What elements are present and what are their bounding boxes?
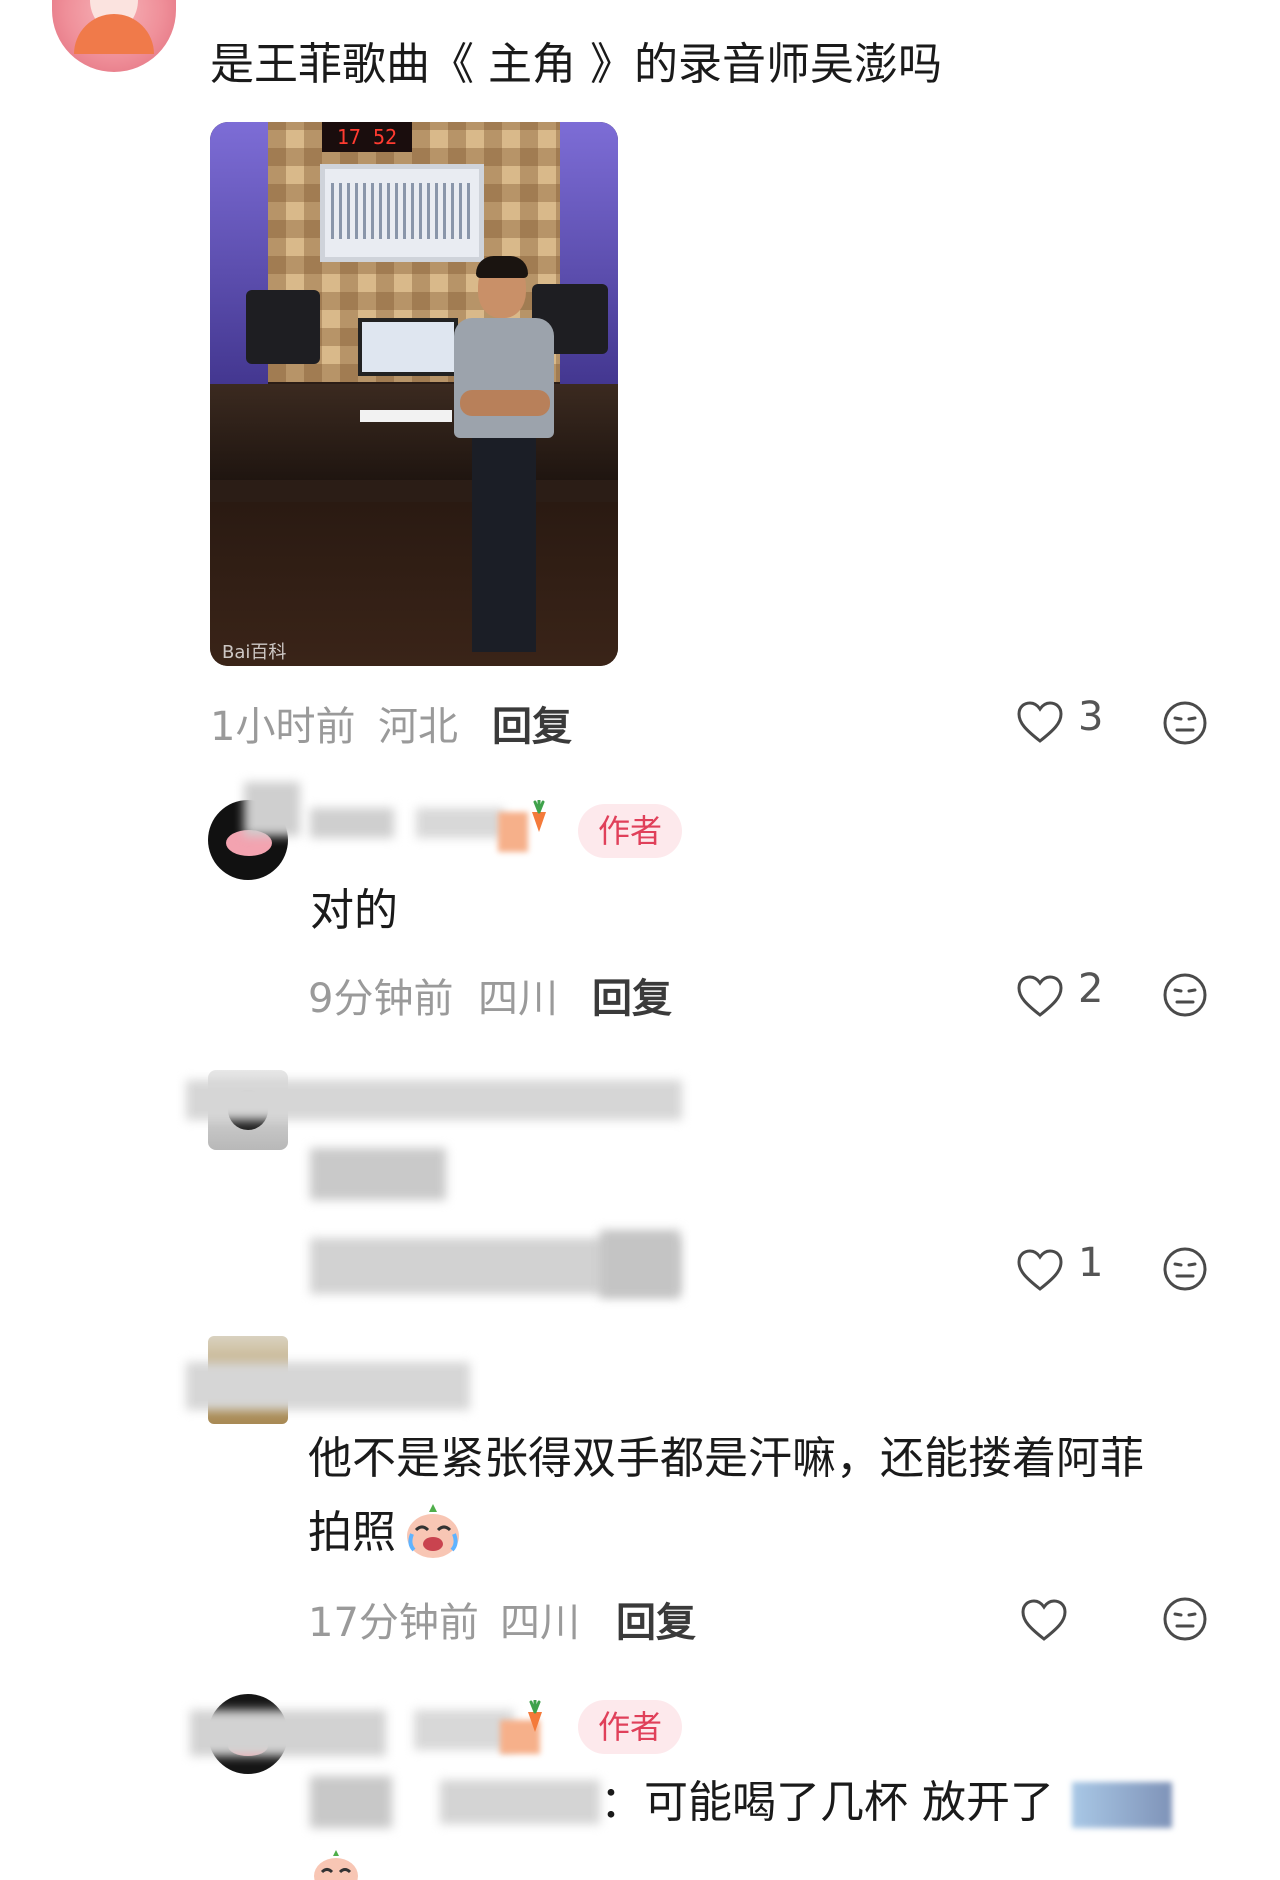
like-count: 1 <box>1078 1240 1104 1286</box>
photo-person-arms <box>460 390 550 416</box>
neutral-face-icon[interactable] <box>1162 972 1208 1018</box>
photo-person-hair <box>476 256 528 278</box>
blurred-reply-target <box>310 1776 392 1828</box>
crying-laughing-emoji <box>312 1848 360 1880</box>
blurred-user-tag <box>498 812 528 852</box>
neutral-face-icon[interactable] <box>1162 1246 1208 1292</box>
author-badge: 作者 <box>578 804 683 858</box>
blurred-comment-meta <box>600 1230 680 1298</box>
photo-monitor-small <box>358 318 458 376</box>
photo-side-light-right <box>560 122 618 422</box>
like-count: 3 <box>1078 694 1104 740</box>
comment-text: 对的 <box>310 885 398 936</box>
heart-outline-icon[interactable] <box>1020 1598 1068 1642</box>
neutral-face-icon[interactable] <box>1162 700 1208 746</box>
blurred-username <box>310 808 394 838</box>
blurred-reply-target <box>440 1780 600 1824</box>
neutral-face-icon[interactable] <box>1162 1596 1208 1642</box>
photo-clock-text: 17 52 <box>336 125 398 149</box>
reply-button[interactable]: 回复 <box>616 1590 696 1648</box>
author-badge: 作者 <box>578 1700 683 1754</box>
photo-monitor-large <box>320 164 484 262</box>
carrot-icon <box>522 1698 548 1734</box>
blurred-username <box>186 1362 470 1410</box>
blurred-username <box>414 1710 514 1750</box>
comment-time: 1小时前 <box>210 704 356 750</box>
comment-text: ：可能喝了几杯 放开了 <box>600 1777 1054 1828</box>
heart-outline-icon[interactable] <box>1016 700 1064 744</box>
comment-text-line1: 他不是紧张得双手都是汗嘛，还能搂着阿菲 <box>308 1433 1144 1484</box>
reply-button[interactable]: 回复 <box>592 966 672 1024</box>
comment-location: 四川 <box>500 1600 580 1646</box>
like-count: 2 <box>1078 966 1104 1012</box>
carrot-icon <box>526 798 552 834</box>
comment-photo[interactable]: 17 52 Bai百科 <box>210 122 618 666</box>
blurred-emoji <box>1072 1782 1172 1828</box>
comment-time: 9分钟前 <box>308 976 454 1022</box>
photo-person-shirt <box>454 318 554 438</box>
photo-clock: 17 52 <box>322 122 412 152</box>
heart-outline-icon[interactable] <box>1016 1248 1064 1292</box>
photo-desk <box>210 384 618 480</box>
comment-time: 17分钟前 <box>308 1600 479 1646</box>
photo-watermark: Bai百科 <box>222 642 287 663</box>
comment-text: 是王菲歌曲《 主角 》的录音师吴澎吗 <box>210 39 942 90</box>
comment-location: 四川 <box>478 976 558 1022</box>
avatar[interactable] <box>52 0 176 72</box>
blurred-username <box>186 1080 682 1120</box>
blurred-username <box>190 1710 386 1756</box>
blurred-username <box>416 808 504 838</box>
heart-outline-icon[interactable] <box>1016 974 1064 1018</box>
reply-button[interactable]: 回复 <box>492 694 572 752</box>
comment-text-line2: 拍照 <box>308 1507 396 1558</box>
blurred-username <box>244 782 300 836</box>
photo-side-light-left <box>210 122 268 422</box>
comment-location: 河北 <box>378 704 458 750</box>
photo-speaker-left <box>246 290 320 364</box>
blurred-comment-text <box>310 1148 446 1200</box>
crying-laughing-emoji <box>404 1500 462 1560</box>
